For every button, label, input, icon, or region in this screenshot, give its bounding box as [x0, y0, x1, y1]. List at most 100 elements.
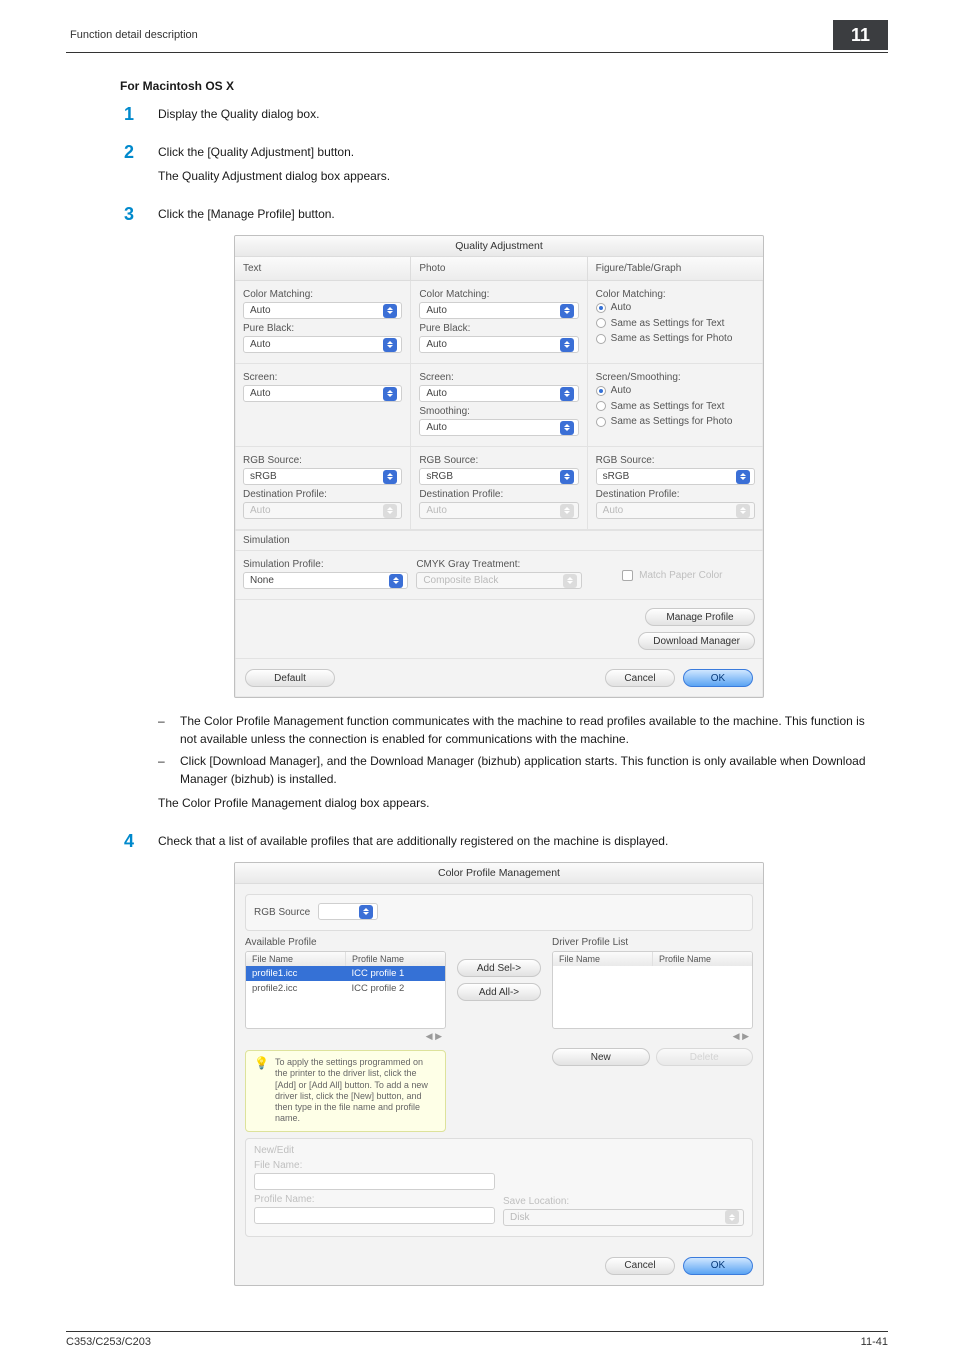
- tip-box: 💡 To apply the settings programmed on th…: [245, 1050, 446, 1132]
- select-cmyk-gray: Composite Black: [416, 572, 581, 589]
- chevron-updown-icon: [359, 905, 373, 919]
- source-fieldset: RGB Source: [245, 894, 753, 931]
- page-content: For Macintosh OS X 1 Display the Quality…: [120, 79, 878, 1286]
- select-figure-dest-profile: Auto: [596, 502, 755, 519]
- driver-profile-list[interactable]: File Name Profile Name: [552, 951, 753, 1029]
- select-text-color-matching[interactable]: Auto: [243, 302, 402, 319]
- add-sel-button[interactable]: Add Sel->: [457, 959, 541, 977]
- select-text-screen[interactable]: Auto: [243, 385, 402, 402]
- radio-screen-auto[interactable]: Auto: [596, 385, 632, 396]
- lightbulb-icon: 💡: [254, 1057, 269, 1069]
- chevron-updown-icon: [736, 504, 750, 518]
- chevron-updown-icon: [383, 304, 397, 318]
- ok-button[interactable]: OK: [683, 669, 753, 687]
- chevron-updown-icon: [560, 421, 574, 435]
- manage-profile-button[interactable]: Manage Profile: [645, 608, 755, 626]
- default-button[interactable]: Default: [245, 669, 335, 687]
- step-subtext: The Color Profile Management dialog box …: [158, 794, 878, 812]
- quality-adjustment-dialog: Quality Adjustment Text Photo Figure/Tab…: [234, 235, 764, 698]
- radio-figure-auto[interactable]: Auto: [596, 302, 632, 313]
- select-save-location: Disk: [503, 1209, 744, 1226]
- header-bar: Function detail description 11: [66, 20, 888, 53]
- select-text-pure-black[interactable]: Auto: [243, 336, 402, 353]
- available-profile-label: Available Profile: [245, 937, 446, 948]
- file-name-input: [254, 1173, 495, 1190]
- col-header-figure: Figure/Table/Graph: [588, 257, 763, 281]
- label-color-matching: Color Matching:: [243, 289, 402, 300]
- select-photo-pure-black[interactable]: Auto: [419, 336, 578, 353]
- driver-profile-list-label: Driver Profile List: [552, 937, 753, 948]
- select-text-dest-profile: Auto: [243, 502, 402, 519]
- color-profile-management-dialog: Color Profile Management RGB Source Avai…: [234, 862, 764, 1286]
- ok-button[interactable]: OK: [683, 1257, 753, 1275]
- save-location-label: Save Location:: [503, 1196, 744, 1207]
- select-figure-rgb-source[interactable]: sRGB: [596, 468, 755, 485]
- label-rgb-source: RGB Source:: [243, 455, 402, 466]
- step-number: 4: [120, 832, 134, 852]
- chevron-updown-icon: [383, 504, 397, 518]
- available-profile-list[interactable]: File Name Profile Name profile1.iccICC p…: [245, 951, 446, 1029]
- section-tab: 11: [833, 20, 888, 50]
- list-item[interactable]: profile1.iccICC profile 1: [246, 966, 445, 981]
- col-header-photo: Photo: [411, 257, 587, 281]
- select-rgb-source[interactable]: [318, 903, 378, 920]
- scroll-hint: ◀ ▶: [245, 1029, 446, 1044]
- col-file-name: File Name: [246, 952, 346, 966]
- chevron-updown-icon: [389, 574, 403, 588]
- col-profile-name: Profile Name: [346, 952, 445, 966]
- cancel-button[interactable]: Cancel: [605, 1257, 675, 1275]
- step-text: Click the [Manage Profile] button.: [158, 205, 878, 223]
- select-photo-rgb-source[interactable]: sRGB: [419, 468, 578, 485]
- label-screen: Screen:: [419, 372, 578, 383]
- profile-name-input: [254, 1207, 495, 1224]
- new-edit-label: New/Edit: [254, 1145, 744, 1156]
- col-file-name: File Name: [553, 952, 653, 966]
- label-pure-black: Pure Black:: [419, 323, 578, 334]
- chevron-updown-icon: [560, 338, 574, 352]
- footer-model: C353/C253/C203: [66, 1336, 151, 1348]
- step-number: 3: [120, 205, 134, 225]
- chevron-updown-icon: [736, 470, 750, 484]
- col-header-text: Text: [235, 257, 411, 281]
- dialog-buttons-right: Manage Profile Download Manager: [235, 599, 763, 658]
- label-color-matching: Color Matching:: [419, 289, 578, 300]
- select-sim-profile[interactable]: None: [243, 572, 408, 589]
- radio-figure-same-text[interactable]: Same as Settings for Text: [596, 318, 725, 329]
- radio-screen-same-photo[interactable]: Same as Settings for Photo: [596, 416, 733, 427]
- select-photo-screen[interactable]: Auto: [419, 385, 578, 402]
- select-photo-color-matching[interactable]: Auto: [419, 302, 578, 319]
- section-title: Function detail description: [66, 29, 833, 41]
- label-screen: Screen:: [243, 372, 402, 383]
- label-screen-smoothing: Screen/Smoothing:: [596, 372, 755, 383]
- select-text-rgb-source[interactable]: sRGB: [243, 468, 402, 485]
- new-button[interactable]: New: [552, 1048, 650, 1066]
- radio-screen-same-text[interactable]: Same as Settings for Text: [596, 401, 725, 412]
- chevron-updown-icon: [563, 574, 577, 588]
- download-manager-button[interactable]: Download Manager: [638, 632, 755, 650]
- delete-button: Delete: [656, 1048, 754, 1066]
- add-all-button[interactable]: Add All->: [457, 983, 541, 1001]
- list-item[interactable]: profile2.iccICC profile 2: [246, 981, 445, 996]
- radio-figure-same-photo[interactable]: Same as Settings for Photo: [596, 333, 733, 344]
- chevron-updown-icon: [560, 387, 574, 401]
- chevron-updown-icon: [560, 470, 574, 484]
- col-profile-name: Profile Name: [653, 952, 752, 966]
- label-rgb-source: RGB Source:: [419, 455, 578, 466]
- chevron-updown-icon: [725, 1210, 739, 1224]
- chevron-updown-icon: [560, 504, 574, 518]
- step-text: Display the Quality dialog box.: [158, 105, 878, 123]
- note-text: Click [Download Manager], and the Downlo…: [180, 752, 878, 788]
- step-text: Check that a list of available profiles …: [158, 832, 878, 850]
- cancel-button[interactable]: Cancel: [605, 669, 675, 687]
- file-name-label: File Name:: [254, 1160, 495, 1171]
- sub-heading: For Macintosh OS X: [120, 79, 878, 93]
- label-smoothing: Smoothing:: [419, 406, 578, 417]
- label-color-matching: Color Matching:: [596, 289, 755, 300]
- select-photo-smoothing[interactable]: Auto: [419, 419, 578, 436]
- simulation-heading: Simulation: [235, 530, 763, 550]
- select-photo-dest-profile: Auto: [419, 502, 578, 519]
- chevron-updown-icon: [383, 387, 397, 401]
- step-number: 1: [120, 105, 134, 125]
- label-dest-profile: Destination Profile:: [243, 489, 402, 500]
- label-sim-profile: Simulation Profile:: [243, 559, 408, 570]
